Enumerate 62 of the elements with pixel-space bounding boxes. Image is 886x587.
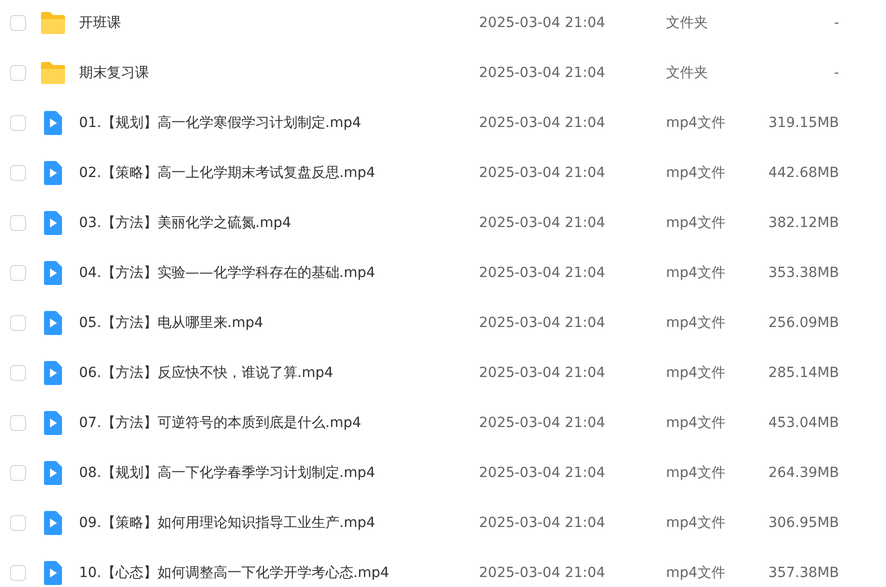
- file-type: mp4文件: [666, 164, 726, 182]
- file-type: mp4文件: [666, 314, 726, 332]
- checkbox[interactable]: [10, 365, 26, 381]
- modified-date: 2025-03-04 21:04: [479, 215, 606, 231]
- file-type: mp4文件: [666, 214, 726, 232]
- file-type: mp4文件: [666, 564, 726, 582]
- file-size: 306.95MB: [767, 515, 839, 531]
- modified-date: 2025-03-04 21:04: [479, 65, 606, 81]
- file-size: 453.04MB: [767, 415, 839, 431]
- file-name[interactable]: 05.【方法】电从哪里来.mp4: [79, 314, 479, 332]
- file-type: mp4文件: [666, 264, 726, 282]
- file-size: 442.68MB: [767, 165, 839, 181]
- file-size: 264.39MB: [767, 465, 839, 481]
- modified-date: 2025-03-04 21:04: [479, 265, 606, 281]
- file-name[interactable]: 开班课: [79, 14, 479, 32]
- file-type: 文件夹: [666, 64, 709, 82]
- file-type: mp4文件: [666, 464, 726, 482]
- checkbox[interactable]: [10, 515, 26, 531]
- file-size: 256.09MB: [767, 315, 839, 331]
- file-name[interactable]: 03.【方法】美丽化学之硫氮.mp4: [79, 214, 479, 232]
- file-type: mp4文件: [666, 364, 726, 382]
- file-type: mp4文件: [666, 114, 726, 132]
- modified-date: 2025-03-04 21:04: [479, 415, 606, 431]
- modified-date: 2025-03-04 21:04: [479, 315, 606, 331]
- file-name[interactable]: 01.【规划】高一化学寒假学习计划制定.mp4: [79, 114, 479, 132]
- file-size: 353.38MB: [767, 265, 839, 281]
- modified-date: 2025-03-04 21:04: [479, 515, 606, 531]
- modified-date: 2025-03-04 21:04: [479, 365, 606, 381]
- file-name[interactable]: 08.【规划】高一下化学春季学习计划制定.mp4: [79, 464, 479, 482]
- file-size: 382.12MB: [767, 215, 839, 231]
- modified-date: 2025-03-04 21:04: [479, 115, 606, 131]
- file-size: 319.15MB: [767, 115, 839, 131]
- checkbox[interactable]: [10, 115, 26, 131]
- file-type: mp4文件: [666, 514, 726, 532]
- checkbox[interactable]: [10, 165, 26, 181]
- file-name[interactable]: 06.【方法】反应快不快，谁说了算.mp4: [79, 364, 479, 382]
- file-size: 285.14MB: [767, 365, 839, 381]
- file-size: -: [832, 65, 839, 81]
- checkbox[interactable]: [10, 415, 26, 431]
- modified-date: 2025-03-04 21:04: [479, 465, 606, 481]
- modified-date: 2025-03-04 21:04: [479, 165, 606, 181]
- file-name[interactable]: 期末复习课: [79, 64, 479, 82]
- file-type: 文件夹: [666, 14, 709, 32]
- modified-date: 2025-03-04 21:04: [479, 565, 606, 581]
- checkbox[interactable]: [10, 65, 26, 81]
- folder-icon: [40, 60, 66, 86]
- file-size: -: [832, 15, 839, 31]
- file-size: 357.38MB: [767, 565, 839, 581]
- file-type: mp4文件: [666, 414, 726, 432]
- file-name[interactable]: 02.【策略】高一上化学期末考试复盘反思.mp4: [79, 164, 479, 182]
- checkbox[interactable]: [10, 565, 26, 581]
- file-name[interactable]: 07.【方法】可逆符号的本质到底是什么.mp4: [79, 414, 479, 432]
- checkbox[interactable]: [10, 215, 26, 231]
- checkbox[interactable]: [10, 15, 26, 31]
- checkbox[interactable]: [10, 315, 26, 331]
- checkbox[interactable]: [10, 465, 26, 481]
- file-name[interactable]: 04.【方法】实验——化学学科存在的基础.mp4: [79, 264, 479, 282]
- folder-icon: [40, 10, 66, 36]
- file-name[interactable]: 10.【心态】如何调整高一下化学开学考心态.mp4: [79, 564, 479, 582]
- file-name[interactable]: 09.【策略】如何用理论知识指导工业生产.mp4: [79, 514, 479, 532]
- checkbox[interactable]: [10, 265, 26, 281]
- modified-date: 2025-03-04 21:04: [479, 15, 606, 31]
